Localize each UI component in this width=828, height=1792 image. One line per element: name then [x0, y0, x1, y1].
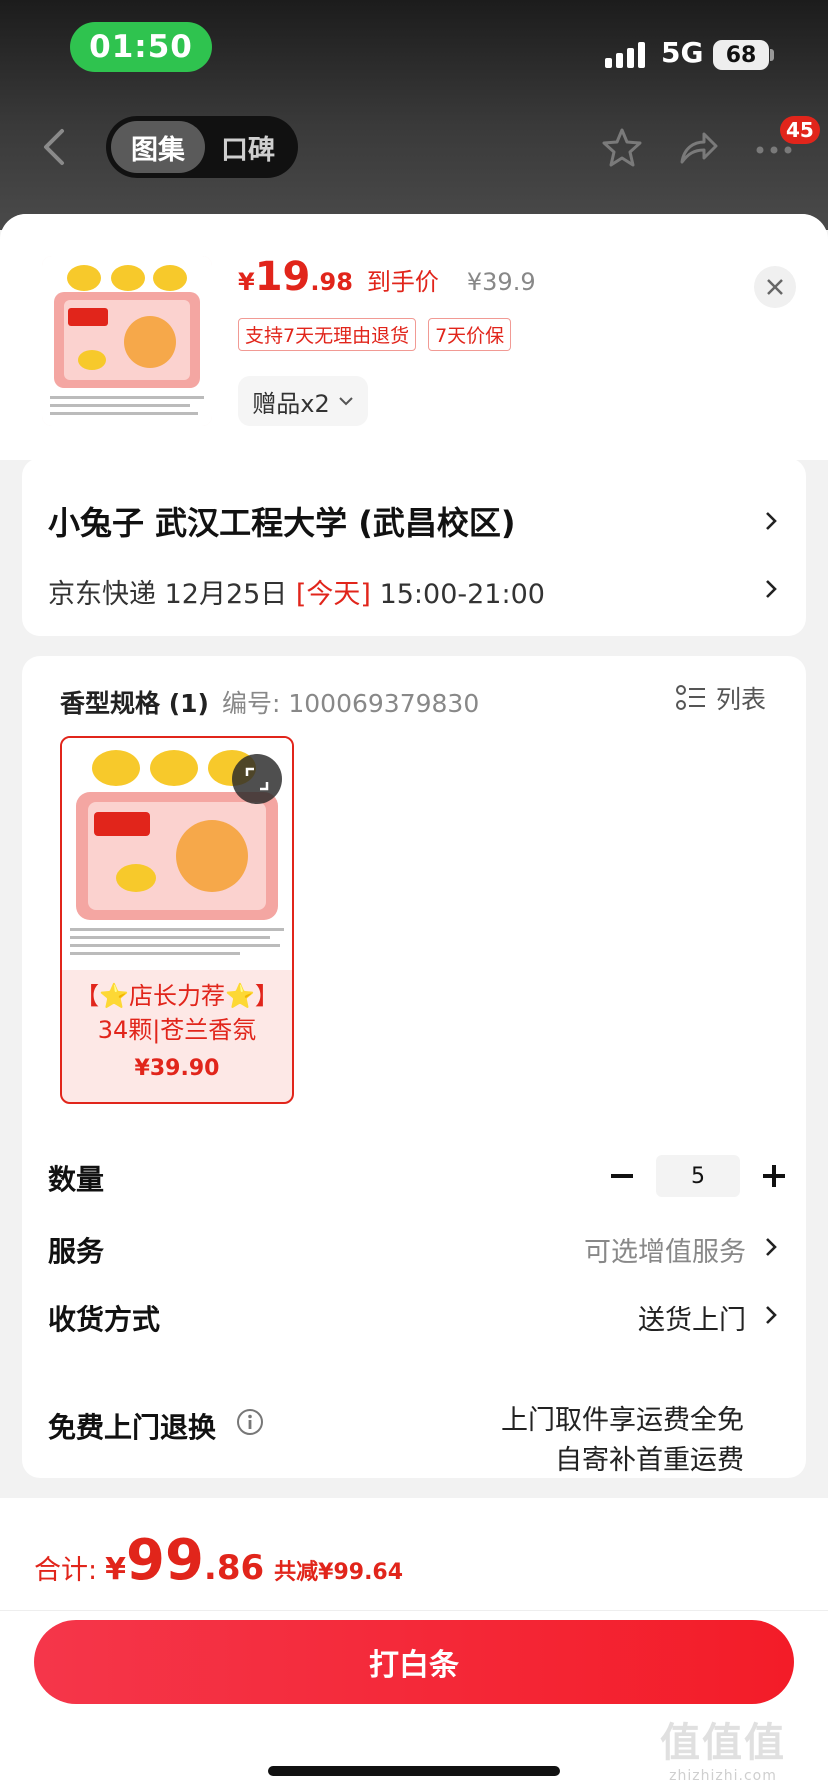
gift-label: 赠品x2 [252, 389, 330, 418]
expand-icon [245, 767, 269, 791]
pay-button[interactable]: 打白条 [34, 1620, 794, 1704]
quantity-label: 数量 [48, 1163, 105, 1196]
minus-icon [611, 1174, 633, 1178]
watermark: 值值值 zhizhizhi.com [660, 1710, 786, 1784]
free-return-line2: 自寄补首重运费 [555, 1445, 744, 1476]
watermark-logo: 值值值 [660, 1720, 786, 1766]
delivery-today: [今天] [295, 579, 371, 610]
service-value[interactable]: 可选增值服务 [584, 1230, 746, 1269]
spec-option-price: ¥39.90 [134, 1056, 220, 1081]
divider [0, 1610, 828, 1611]
battery-tip [770, 49, 774, 61]
order-total: 合计: ¥ 99 .86 共减¥99.64 [34, 1528, 403, 1593]
expand-image-button[interactable] [232, 754, 282, 804]
info-icon[interactable] [236, 1408, 264, 1436]
tab-reviews[interactable]: 口碑 [205, 121, 291, 173]
chevron-right-icon[interactable] [764, 578, 778, 600]
price-line: ¥ 19 .98 到手价 ¥39.9 [238, 254, 536, 300]
service-tags: 支持7天无理由退货 7天价保 [238, 318, 512, 351]
total-decimal: .86 [203, 1548, 265, 1588]
close-icon [767, 279, 783, 295]
checkout-footer: 合计: ¥ 99 .86 共减¥99.64 打白条 值值值 zhizhizhi.… [0, 1498, 828, 1792]
product-sku: 编号: 100069379830 [222, 689, 480, 718]
status-time: 01:50 [70, 22, 212, 72]
options-card: 香型规格 (1) 编号: 100069379830 列表 【⭐店长力荐⭐】 34… [22, 656, 806, 1478]
plus-icon [763, 1165, 785, 1187]
delivery-method-value[interactable]: 送货上门 [638, 1298, 746, 1337]
signal-icon [605, 40, 645, 68]
price-label: 到手价 [366, 268, 439, 296]
tag-return: 支持7天无理由退货 [238, 318, 417, 351]
list-icon [676, 685, 705, 710]
close-button[interactable] [754, 266, 796, 308]
star-icon[interactable] [600, 126, 644, 170]
product-thumbnail[interactable] [42, 256, 212, 426]
chevron-right-icon[interactable] [764, 1304, 778, 1326]
original-price: ¥39.9 [466, 268, 536, 296]
chevron-right-icon[interactable] [764, 1236, 778, 1258]
total-saving: 共减¥99.64 [274, 1560, 404, 1585]
price-decimal: .98 [310, 268, 353, 296]
battery-icon: 68 [713, 40, 769, 70]
share-icon[interactable] [676, 126, 720, 170]
total-symbol: ¥ [105, 1552, 126, 1587]
decrease-button[interactable] [600, 1154, 644, 1198]
price-symbol: ¥ [238, 268, 255, 296]
address-card: 小兔子 武汉工程大学 (武昌校区) 京东快递 12月25日 [今天] 15:00… [22, 458, 806, 636]
service-label: 服务 [48, 1235, 105, 1268]
spec-title: 香型规格 (1) [60, 689, 209, 718]
spec-option-selected[interactable]: 【⭐店长力荐⭐】 34颗|苍兰香氛 ¥39.90 [60, 736, 294, 1104]
gift-selector[interactable]: 赠品x2 [238, 376, 368, 426]
free-return-line1: 上门取件享运费全免 [501, 1405, 744, 1436]
list-view-button[interactable]: 列表 [676, 680, 766, 716]
sheet-header: ¥ 19 .98 到手价 ¥39.9 支持7天无理由退货 7天价保 赠品x2 [0, 214, 828, 460]
delivery-schedule[interactable]: 京东快递 12月25日 [今天] 15:00-21:00 [48, 572, 545, 611]
total-label: 合计: [34, 1555, 98, 1586]
home-indicator[interactable] [268, 1766, 560, 1776]
chevron-right-icon[interactable] [764, 510, 778, 532]
delivery-method-label: 收货方式 [48, 1303, 161, 1336]
tab-gallery[interactable]: 图集 [111, 121, 205, 173]
quantity-stepper: 5 [600, 1154, 796, 1198]
increase-button[interactable] [752, 1154, 796, 1198]
back-icon[interactable] [36, 125, 72, 169]
network-label: 5G [661, 36, 704, 69]
quantity-input[interactable]: 5 [656, 1155, 740, 1197]
spec-option-name: 34颗|苍兰香氛 [97, 1016, 257, 1044]
spec-option-promo: 【⭐店长力荐⭐】 [75, 982, 279, 1010]
gallery-review-switch: 图集 口碑 [106, 116, 298, 178]
delivery-time: 15:00-21:00 [379, 579, 545, 610]
free-return-label: 免费上门退换 [48, 1411, 217, 1444]
list-label: 列表 [716, 685, 767, 714]
message-count-badge: 45 [780, 116, 820, 144]
chevron-down-icon [339, 397, 353, 406]
recipient-address[interactable]: 小兔子 武汉工程大学 (武昌校区) [48, 498, 516, 544]
delivery-prefix: 京东快递 12月25日 [48, 579, 288, 610]
watermark-url: zhizhizhi.com [669, 1768, 777, 1784]
tag-price-protect: 7天价保 [428, 318, 512, 351]
price-integer: 19 [254, 254, 311, 300]
total-integer: 99 [125, 1528, 204, 1593]
spec-option-image [62, 738, 292, 970]
